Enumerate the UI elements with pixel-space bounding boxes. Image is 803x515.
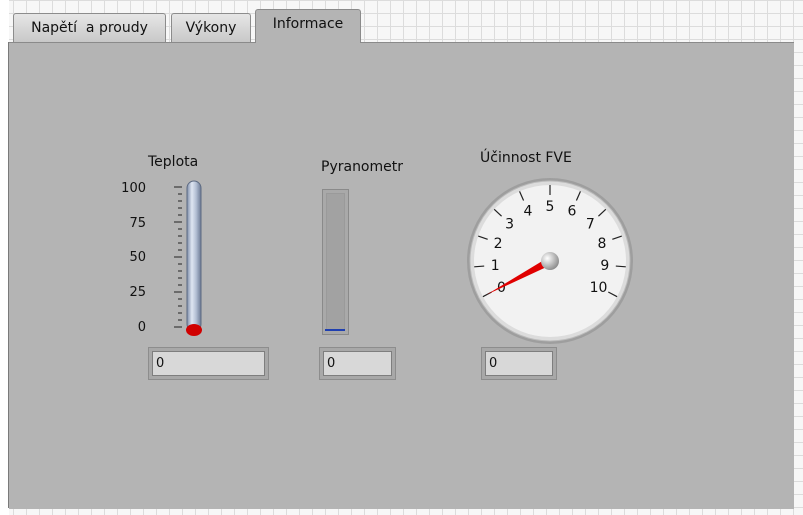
pyranometr-value: 0 [323,351,392,376]
gauge-needle-knob [541,252,559,270]
teplota-value: 0 [152,351,265,376]
thermometer-scale-ticks [174,186,182,328]
tab-label: Napětí a proudy [31,20,148,36]
gauge-tick-label: 8 [597,236,606,252]
window-left-edge [0,0,9,515]
ucinnost-value: 0 [485,351,553,376]
gauge-tick-label: 5 [546,199,555,215]
gauge-tick [474,265,485,268]
tab-label: Výkony [185,20,237,36]
tab-label: Informace [272,16,344,32]
gauge-tick-label: 9 [600,258,609,274]
teplota-indicator: 0 [148,347,269,380]
teplota-thermometer[interactable] [172,178,212,343]
ucinnost-label: Účinnost FVE [480,150,572,166]
thermometer-bulb [186,324,202,336]
ucinnost-indicator: 0 [481,347,557,380]
tab-informace[interactable]: Informace [255,9,361,43]
tick-label: 25 [129,285,146,300]
tick-label: 75 [129,216,146,231]
teplota-label: Teplota [148,154,199,170]
tab-vykony[interactable]: Výkony [171,13,251,42]
pyranometr-label: Pyranometr [321,159,403,175]
tick-label: 100 [121,181,146,196]
gauge-tick-label: 1 [491,258,500,274]
gauge-tick-label: 2 [494,236,503,252]
gauge-tick-label: 4 [524,204,533,220]
gauge-tick-label: 10 [590,280,608,296]
gauge-tick-label: 6 [568,204,577,220]
thermometer-tube [186,180,202,332]
pyranometr-bar[interactable] [322,189,349,335]
gauge-tick-label: 3 [505,217,514,233]
gauge-tick [615,265,626,268]
tick-label: 50 [129,250,146,265]
ucinnost-gauge[interactable]: 012345678910 [466,177,636,347]
gauge-tick-label: 7 [586,217,595,233]
tab-panel-informace [9,42,794,509]
pyranometr-bar-track [326,193,345,331]
tick-label: 0 [137,320,146,335]
pyranometr-level-marker [325,329,345,331]
pyranometr-indicator: 0 [319,347,396,380]
tab-napeti-a-proudy[interactable]: Napětí a proudy [13,13,166,42]
